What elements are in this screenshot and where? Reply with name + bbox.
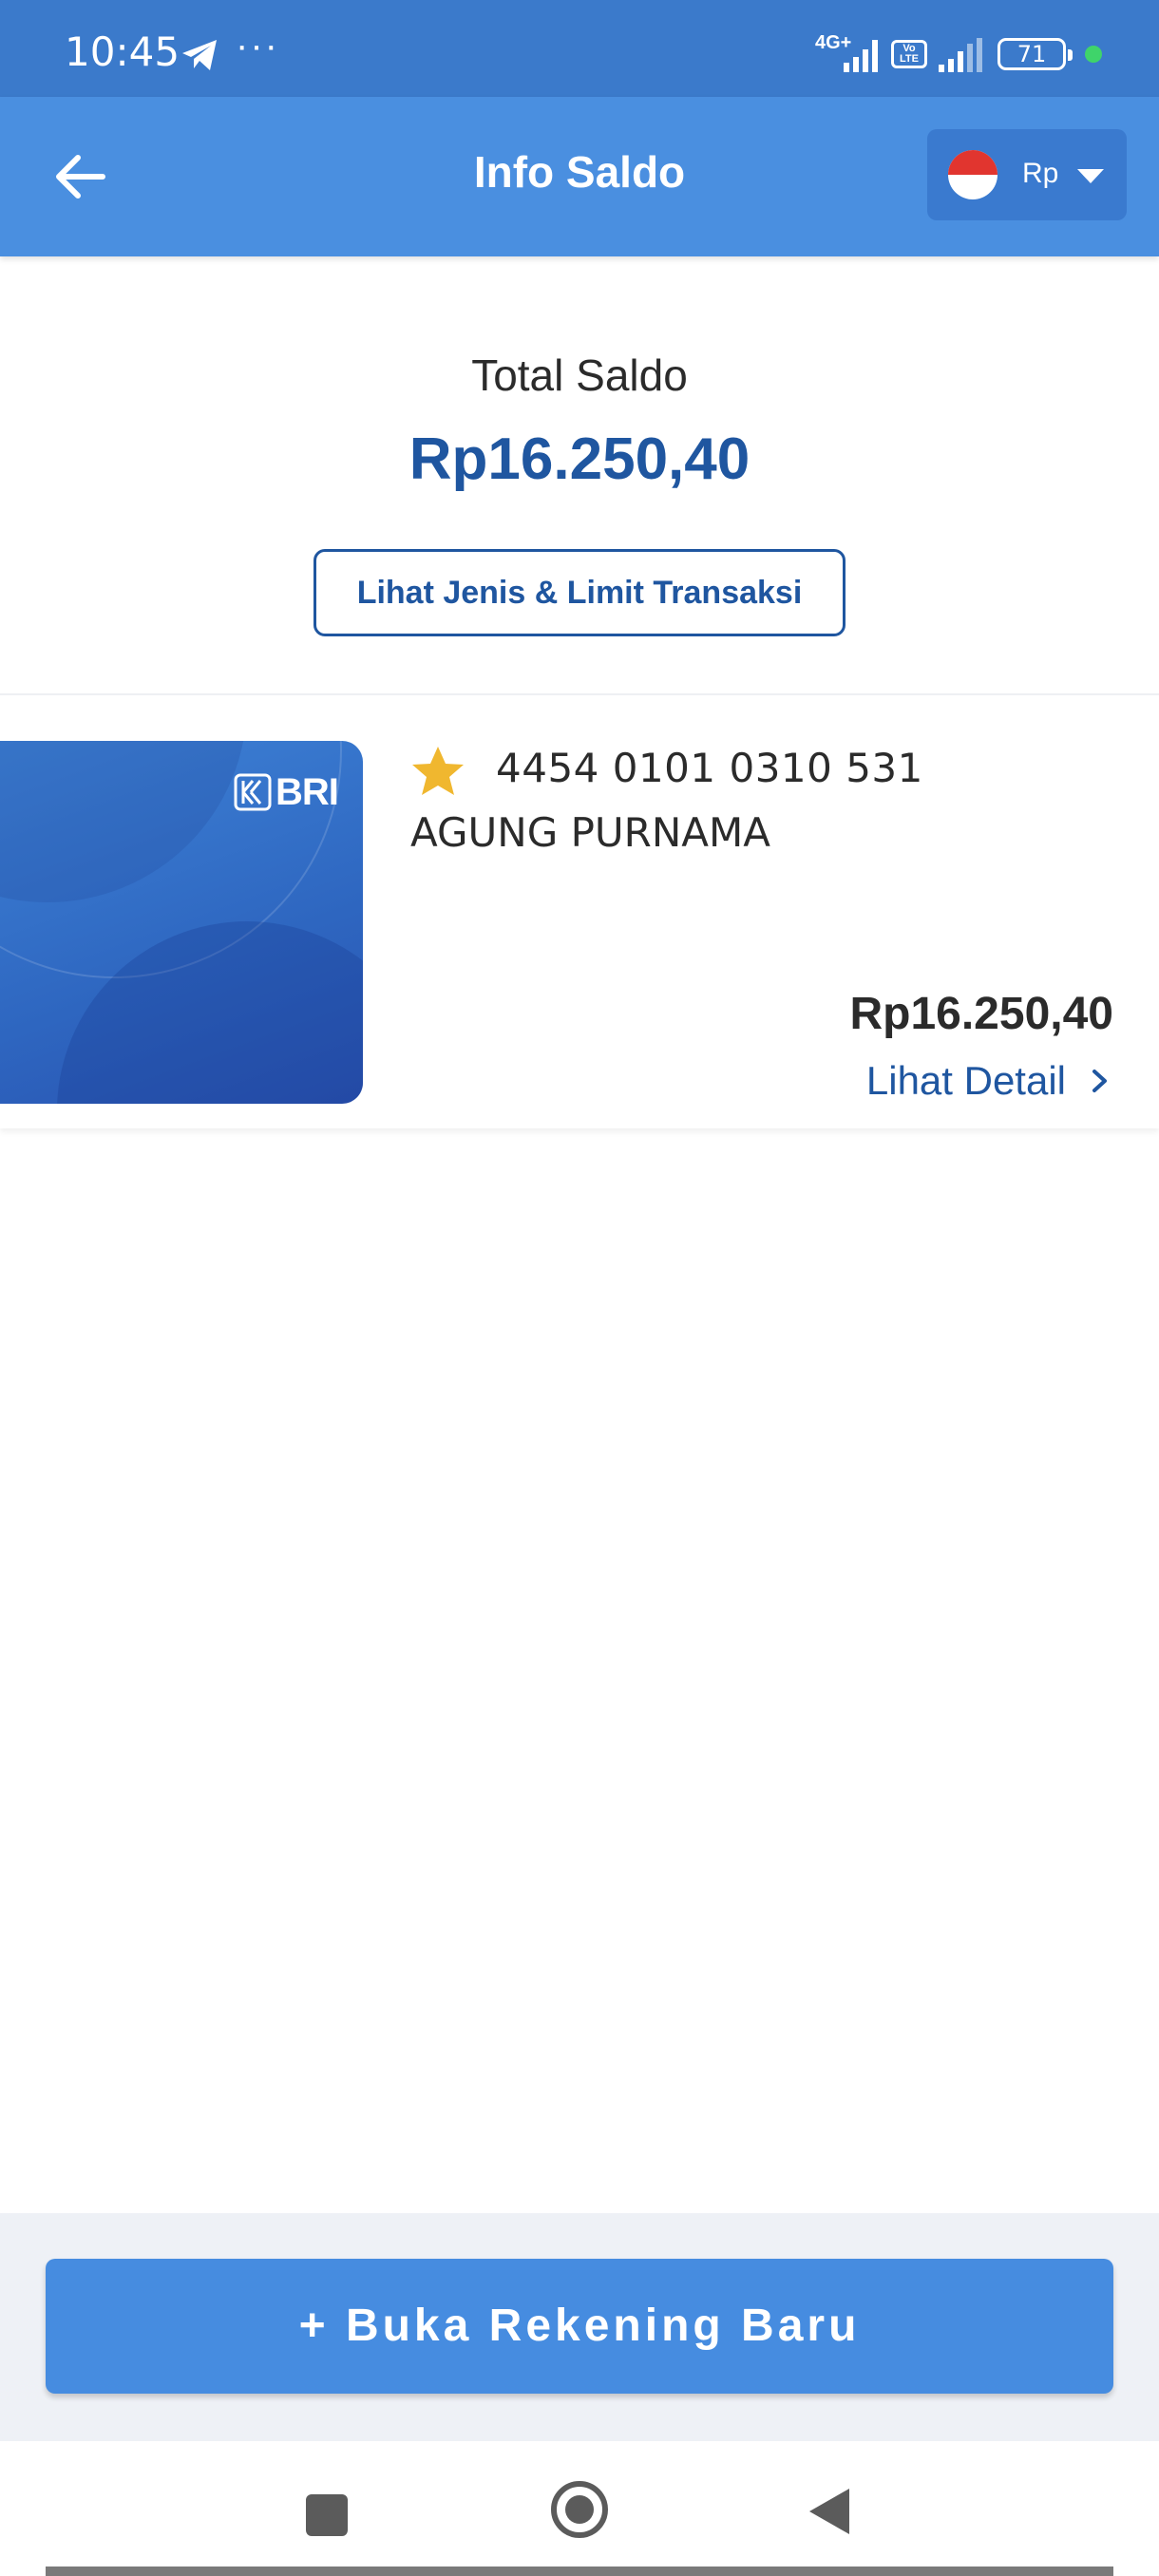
status-time: 10:45: [65, 28, 180, 75]
bri-mark-icon: [234, 773, 272, 811]
indonesia-flag-icon: [948, 150, 998, 199]
signal-sim2-icon: [939, 38, 982, 72]
view-limit-button[interactable]: Lihat Jenis & Limit Transaksi: [314, 549, 846, 636]
bri-logo: BRI: [234, 771, 339, 813]
view-detail-link[interactable]: Lihat Detail: [866, 1054, 1112, 1108]
account-item[interactable]: BRI 4454 0101 0310 531 AGUNG PURNAMA Rp1…: [0, 693, 1159, 1128]
more-notifications-icon: ···: [236, 25, 279, 66]
app-bar: Info Saldo Rp: [0, 97, 1159, 256]
gesture-bar: [46, 2567, 1113, 2576]
volte-icon: Vo LTE: [891, 40, 927, 68]
total-balance-amount: Rp16.250,40: [408, 426, 750, 492]
open-new-account-button[interactable]: + Buka Rekening Baru: [46, 2259, 1113, 2394]
account-number: 4454 0101 0310 531: [496, 745, 923, 791]
currency-selector[interactable]: Rp: [927, 129, 1127, 220]
battery-icon: 71: [998, 38, 1073, 70]
telegram-icon: [182, 40, 217, 70]
nav-back-icon[interactable]: [809, 2489, 849, 2534]
total-balance-label: Total Saldo: [471, 350, 688, 400]
system-nav-bar: [0, 2441, 1159, 2576]
chevron-right-icon: [1092, 1070, 1107, 1092]
bri-logo-text: BRI: [276, 771, 339, 813]
view-detail-label: Lihat Detail: [865, 1058, 1066, 1103]
status-bar: 10:45 ··· 4G+ Vo LTE 71: [0, 0, 1159, 97]
star-icon[interactable]: [410, 745, 466, 798]
bottom-action-area: + Buka Rekening Baru: [0, 2213, 1159, 2441]
signal-icon: [844, 40, 878, 72]
home-icon[interactable]: [551, 2481, 608, 2538]
bank-card-image: BRI: [0, 741, 363, 1104]
recent-apps-icon[interactable]: [306, 2494, 348, 2536]
account-balance: Rp16.250,40: [849, 989, 1113, 1039]
currency-label: Rp: [1022, 158, 1059, 189]
caret-down-icon: [1077, 169, 1104, 183]
account-holder-name: AGUNG PURNAMA: [410, 809, 770, 856]
privacy-indicator-dot: [1085, 46, 1102, 63]
